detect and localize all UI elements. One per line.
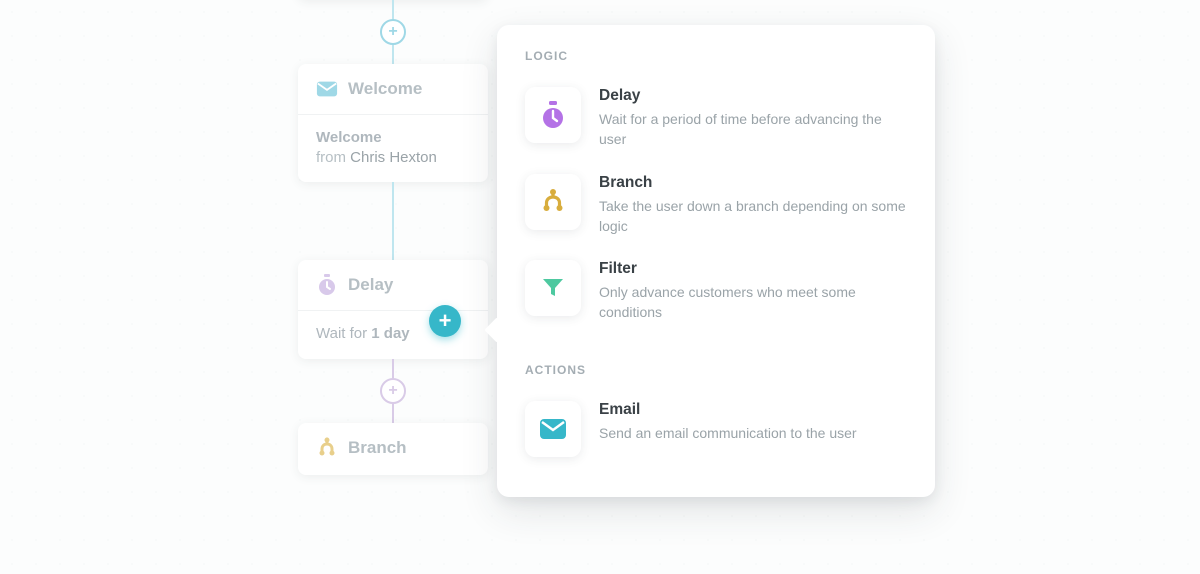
connector-line — [392, 182, 394, 260]
option-text: Filter Only advance customers who meet s… — [599, 260, 907, 323]
branch-icon — [316, 437, 338, 459]
card-body-label: Welcome — [316, 129, 470, 146]
flow-card-delay[interactable]: Delay Wait for 1 day — [298, 260, 488, 359]
option-name: Filter — [599, 260, 907, 278]
option-text: Delay Wait for a period of time before a… — [599, 87, 907, 150]
card-from-line: from Chris Hexton — [316, 149, 470, 166]
branch-icon — [539, 188, 567, 216]
wait-text: Wait for 1 day — [316, 325, 410, 342]
card-title: Welcome — [348, 79, 422, 99]
option-email[interactable]: Email Send an email communication to the… — [525, 391, 907, 471]
funnel-icon — [540, 275, 566, 301]
option-desc: Send an email communication to the user — [599, 423, 907, 443]
card-header: Delay — [298, 260, 488, 311]
option-desc: Take the user down a branch depending on… — [599, 196, 907, 237]
card-header: Welcome — [298, 64, 488, 115]
mail-icon — [539, 418, 567, 440]
option-delay[interactable]: Delay Wait for a period of time before a… — [525, 77, 907, 164]
from-name: Chris Hexton — [350, 149, 437, 166]
card-title: Branch — [348, 438, 407, 458]
option-name: Branch — [599, 174, 907, 192]
wait-value: 1 day — [371, 325, 409, 342]
add-node-popover: LOGIC Delay Wait for a period of time be… — [497, 25, 935, 497]
wait-prefix: Wait for — [316, 325, 371, 342]
option-tile — [525, 401, 581, 457]
stopwatch-icon — [540, 101, 566, 129]
option-filter[interactable]: Filter Only advance customers who meet s… — [525, 250, 907, 337]
option-tile — [525, 87, 581, 143]
option-desc: Only advance customers who meet some con… — [599, 282, 907, 323]
card-title: Delay — [348, 275, 393, 295]
option-name: Email — [599, 401, 907, 419]
option-text: Branch Take the user down a branch depen… — [599, 174, 907, 237]
flow-card-branch[interactable]: Branch — [298, 423, 488, 475]
option-tile — [525, 174, 581, 230]
mail-icon — [316, 78, 338, 100]
stopwatch-icon — [316, 274, 338, 296]
option-tile — [525, 260, 581, 316]
section-label-logic: LOGIC — [525, 49, 907, 63]
add-node-fab-active[interactable] — [429, 305, 461, 337]
workflow-canvas: Welcome Welcome from Chris Hexton Delay — [0, 0, 1200, 574]
flow-column: Welcome Welcome from Chris Hexton Delay — [298, 0, 488, 475]
card-body: Welcome from Chris Hexton — [298, 115, 488, 182]
option-branch[interactable]: Branch Take the user down a branch depen… — [525, 164, 907, 251]
option-text: Email Send an email communication to the… — [599, 401, 907, 457]
card-header: Branch — [298, 423, 488, 473]
section-label-actions: ACTIONS — [525, 363, 907, 377]
from-prefix: from — [316, 149, 350, 166]
add-node-button[interactable] — [380, 378, 406, 404]
option-name: Delay — [599, 87, 907, 105]
flow-card-welcome[interactable]: Welcome Welcome from Chris Hexton — [298, 64, 488, 182]
option-desc: Wait for a period of time before advanci… — [599, 109, 907, 150]
add-node-button[interactable] — [380, 19, 406, 45]
